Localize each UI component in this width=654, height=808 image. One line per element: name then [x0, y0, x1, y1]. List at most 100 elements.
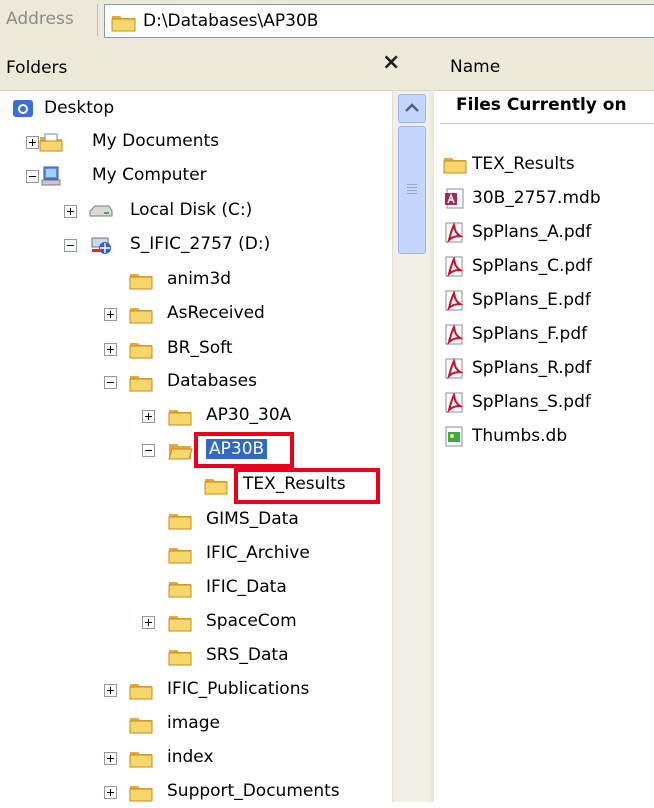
expand-icon[interactable] — [64, 205, 77, 218]
tree-item-ific-data[interactable]: IFIC_Data — [0, 573, 392, 603]
pdf-icon — [442, 391, 468, 414]
tree-item-label: My Documents — [92, 131, 220, 151]
tree-item-label: Support_Documents — [167, 781, 340, 801]
expand-icon[interactable] — [104, 343, 117, 356]
tree-item-index[interactable]: index — [0, 743, 392, 773]
file-label: Thumbs.db — [472, 426, 568, 446]
scroll-thumb[interactable] — [398, 126, 426, 254]
file-item-spplans-s-pdf[interactable]: SpPlans_S.pdf — [442, 387, 591, 417]
access-db-icon — [442, 187, 468, 209]
folder-icon — [128, 371, 154, 393]
folder-icon — [128, 679, 154, 701]
tree-item-gims-data[interactable]: GIMS_Data — [0, 505, 392, 535]
tree-item-databases[interactable]: Databases — [0, 367, 392, 397]
tree-item-spacecom[interactable]: SpaceCom — [0, 607, 392, 637]
tree-item-desktop[interactable]: Desktop — [0, 94, 392, 124]
tree-item-label: BR_Soft — [167, 338, 233, 358]
expand-icon[interactable] — [104, 684, 117, 697]
address-field[interactable]: D:\Databases\AP30B — [104, 4, 654, 38]
folder-icon — [128, 713, 154, 735]
tree-item-s-ific-2757-d[interactable]: S_IFIC_2757 (D:) — [0, 230, 392, 260]
tree-item-label: SRS_Data — [206, 645, 289, 665]
tree-item-label: AsReceived — [167, 303, 265, 323]
folder-icon — [128, 269, 154, 291]
tree-item-label: AP30_30A — [206, 405, 292, 425]
close-icon[interactable]: × — [382, 50, 400, 75]
file-label: SpPlans_A.pdf — [472, 222, 592, 242]
file-item-spplans-a-pdf[interactable]: SpPlans_A.pdf — [442, 217, 591, 247]
tree-item-local-disk-c[interactable]: Local Disk (C:) — [0, 196, 392, 226]
local-disk-icon — [88, 200, 114, 222]
folder-open-icon — [167, 439, 193, 461]
file-label: SpPlans_R.pdf — [472, 358, 592, 378]
name-column-header[interactable]: Name — [434, 44, 654, 91]
folder-icon — [128, 781, 154, 803]
network-drive-icon — [88, 234, 114, 256]
expand-icon[interactable] — [104, 308, 117, 321]
tree-item-label: IFIC_Publications — [167, 679, 310, 699]
folder-icon — [442, 153, 468, 175]
folder-icon — [167, 577, 193, 599]
my-computer-icon — [38, 165, 64, 187]
thumbs-db-icon — [442, 425, 468, 447]
folder-icon — [111, 16, 136, 32]
tree-item-br-soft[interactable]: BR_Soft — [0, 334, 392, 364]
file-item-30b-2757-mdb[interactable]: 30B_2757.mdb — [442, 183, 601, 213]
tree-item-label: index — [167, 747, 214, 767]
expand-icon[interactable] — [142, 616, 155, 629]
tree-item-tex-results[interactable]: TEX_Results — [0, 470, 392, 500]
pdf-icon — [442, 255, 468, 278]
tree-item-ific-archive[interactable]: IFIC_Archive — [0, 539, 392, 569]
tree-item-asreceived[interactable]: AsReceived — [0, 299, 392, 329]
file-item-spplans-f-pdf[interactable]: SpPlans_F.pdf — [442, 319, 587, 349]
files-group-heading: Files Currently on — [456, 95, 627, 115]
collapse-icon[interactable] — [142, 444, 155, 457]
folder-icon — [167, 645, 193, 667]
tree-item-srs-data[interactable]: SRS_Data — [0, 641, 392, 671]
tree-item-ap30b[interactable]: AP30B — [0, 435, 392, 465]
folders-pane-header: Folders × — [0, 44, 430, 91]
collapse-icon[interactable] — [64, 239, 77, 252]
tree-item-label: AP30B — [206, 439, 268, 459]
expand-icon[interactable] — [142, 410, 155, 423]
folder-icon — [128, 747, 154, 769]
file-item-thumbs-db[interactable]: Thumbs.db — [442, 421, 567, 451]
address-path: D:\Databases\AP30B — [143, 11, 319, 31]
name-column-label: Name — [450, 57, 501, 77]
tree-scrollbar[interactable] — [392, 91, 431, 802]
file-item-spplans-c-pdf[interactable]: SpPlans_C.pdf — [442, 251, 592, 281]
file-list: Files Currently on TEX_Results 30B_2757.m… — [434, 91, 654, 802]
folder-icon — [203, 474, 229, 496]
folder-icon — [167, 405, 193, 427]
tree-item-my-documents[interactable]: My Documents — [0, 127, 392, 157]
expand-icon[interactable] — [104, 752, 117, 765]
tree-item-label: Databases — [167, 371, 257, 391]
file-label: 30B_2757.mdb — [472, 188, 601, 208]
address-bar: Address D:\Databases\AP30B — [0, 0, 654, 45]
tree-item-image[interactable]: image — [0, 709, 392, 739]
collapse-icon[interactable] — [104, 376, 117, 389]
tree-item-my-computer[interactable]: My Computer — [0, 161, 392, 191]
tree-item-label: Local Disk (C:) — [130, 200, 253, 220]
tree-item-label: SpaceCom — [206, 611, 297, 631]
pdf-icon — [442, 323, 468, 346]
file-item-spplans-e-pdf[interactable]: SpPlans_E.pdf — [442, 285, 591, 315]
folder-icon — [167, 611, 193, 633]
address-separator — [97, 4, 98, 36]
tree-item-ap30-30a[interactable]: AP30_30A — [0, 401, 392, 431]
scroll-up-button[interactable] — [398, 94, 426, 123]
file-item-spplans-r-pdf[interactable]: SpPlans_R.pdf — [442, 353, 591, 383]
folder-icon — [167, 543, 193, 565]
tree-item-anim3d[interactable]: anim3d — [0, 265, 392, 295]
tree-item-label: IFIC_Archive — [206, 543, 310, 563]
folders-title: Folders — [6, 58, 68, 78]
tree-item-support-documents[interactable]: Support_Documents — [0, 777, 392, 807]
tree-item-label: GIMS_Data — [206, 509, 299, 529]
file-label: SpPlans_C.pdf — [472, 256, 592, 276]
tree-item-label: IFIC_Data — [206, 577, 287, 597]
expand-icon[interactable] — [104, 786, 117, 799]
file-label: SpPlans_E.pdf — [472, 290, 591, 310]
tree-item-ific-publications[interactable]: IFIC_Publications — [0, 675, 392, 705]
pdf-icon — [442, 357, 468, 380]
file-item-tex-results[interactable]: TEX_Results — [442, 149, 575, 179]
